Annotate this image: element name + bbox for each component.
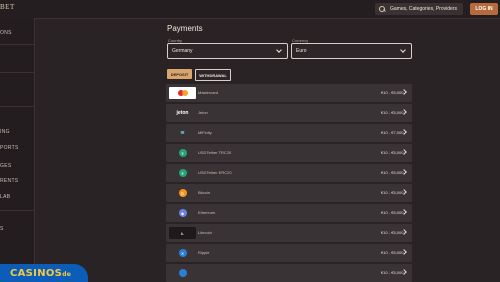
payment-method-limit: €10 - €5,000 (381, 150, 404, 155)
sidebar-divider (0, 106, 34, 107)
sidebar-divider (0, 44, 34, 45)
payment-row-bitcoin[interactable]: ₿ Bitcoin €10 - €5,000 (166, 184, 412, 202)
sidebar-item-betting[interactable]: ING (0, 129, 10, 135)
payment-row-tether-erc20[interactable]: ₮ USDTether ERC20 €10 - €5,000 (166, 164, 412, 182)
payment-row-jeton[interactable]: jeton Jeton €10 - €5,000 (166, 104, 412, 122)
tether-trc20-icon: ₮ (169, 147, 196, 159)
payment-row-litecoin[interactable]: Ł Litecoin €10 - €5,000 (166, 224, 412, 242)
jeton-icon: jeton (176, 110, 189, 116)
currency-select[interactable]: Euro (291, 43, 412, 59)
payment-method-name: Bitcoin (198, 190, 211, 195)
mastercard-icon (169, 87, 196, 99)
sidebar-item-misc[interactable]: S (0, 226, 4, 232)
payment-method-limit: €10 - €5,000 (381, 190, 404, 195)
sidebar-divider (0, 210, 34, 211)
litecoin-icon: Ł (169, 227, 196, 239)
payment-method-name: Ethereum (198, 210, 216, 215)
sidebar-divider (0, 72, 34, 73)
payment-method-name: Ripple (198, 250, 210, 255)
chevron-down-icon (276, 47, 282, 53)
payment-method-limit: €10 - €7,000 (381, 130, 404, 135)
tab-withdrawal[interactable]: WITHDRAWAL (195, 69, 231, 81)
ethereum-icon: ◆ (169, 207, 196, 219)
payment-method-name: USDTether ERC20 (198, 170, 232, 175)
payment-method-name: MiFinity (198, 130, 212, 135)
sidebar-item-sports[interactable]: PORTS (0, 145, 19, 151)
tab-deposit[interactable]: DEPOSIT (167, 69, 192, 79)
payment-row-ripple[interactable]: ✕ Ripple €10 - €5,000 (166, 244, 412, 262)
sidebar-item-games[interactable]: GES (0, 163, 11, 169)
page-title: Payments (167, 24, 203, 33)
payment-row-crypto[interactable]: €10 - €5,000 (166, 264, 412, 282)
watermark-logo: CASINOSde (0, 264, 88, 282)
payment-method-limit: €10 - €5,000 (381, 230, 404, 235)
search-placeholder: Games, Categories, Providers (390, 6, 457, 12)
tether-erc20-icon: ₮ (169, 167, 196, 179)
payment-row-ethereum[interactable]: ◆ Ethereum €10 - €5,000 (166, 204, 412, 222)
payment-method-limit: €10 - €5,000 (381, 90, 404, 95)
payment-method-limit: €10 - €5,000 (381, 270, 404, 275)
payment-method-limit: €10 - €5,000 (381, 210, 404, 215)
payment-method-limit: €10 - €5,000 (381, 250, 404, 255)
mifinity-icon: ≋ (180, 130, 185, 136)
country-select[interactable]: Germany (167, 43, 288, 59)
login-button[interactable]: LOG IN (470, 3, 498, 15)
sidebar-item-tournaments[interactable]: RENTS (0, 178, 18, 184)
chevron-down-icon (400, 47, 406, 53)
payment-row-mifinity[interactable]: ≋ MiFinity €10 - €7,000 (166, 124, 412, 142)
payment-method-name: Jeton (198, 110, 208, 115)
bitcoin-icon: ₿ (169, 187, 196, 199)
top-bar: BET Games, Categories, Providers LOG IN (0, 0, 500, 19)
ripple-icon: ✕ (169, 247, 196, 259)
payment-method-limit: €10 - €5,000 (381, 110, 404, 115)
sidebar-item-promotions[interactable]: ONS (0, 30, 12, 36)
payment-method-name: Mastercard (198, 90, 219, 95)
payment-method-name: Litecoin (198, 230, 212, 235)
payment-row-mastercard[interactable]: Mastercard €10 - €5,000 (166, 84, 412, 102)
search-box[interactable]: Games, Categories, Providers (375, 3, 463, 15)
sidebar-item-lab[interactable]: LAB (0, 194, 10, 200)
search-icon (379, 5, 386, 13)
payment-method-limit: €10 - €5,000 (381, 170, 404, 175)
sidebar: ONS ING PORTS GES RENTS LAB S (0, 18, 35, 282)
crypto-icon (169, 267, 196, 279)
payment-method-name: USDTether TRC20 (198, 150, 232, 155)
site-logo[interactable]: BET (0, 3, 15, 11)
watermark-text: CASINOSde (10, 267, 72, 279)
payment-row-tether-trc20[interactable]: ₮ USDTether TRC20 €10 - €5,000 (166, 144, 412, 162)
currency-value: Euro (296, 48, 307, 54)
country-value: Germany (172, 48, 193, 54)
